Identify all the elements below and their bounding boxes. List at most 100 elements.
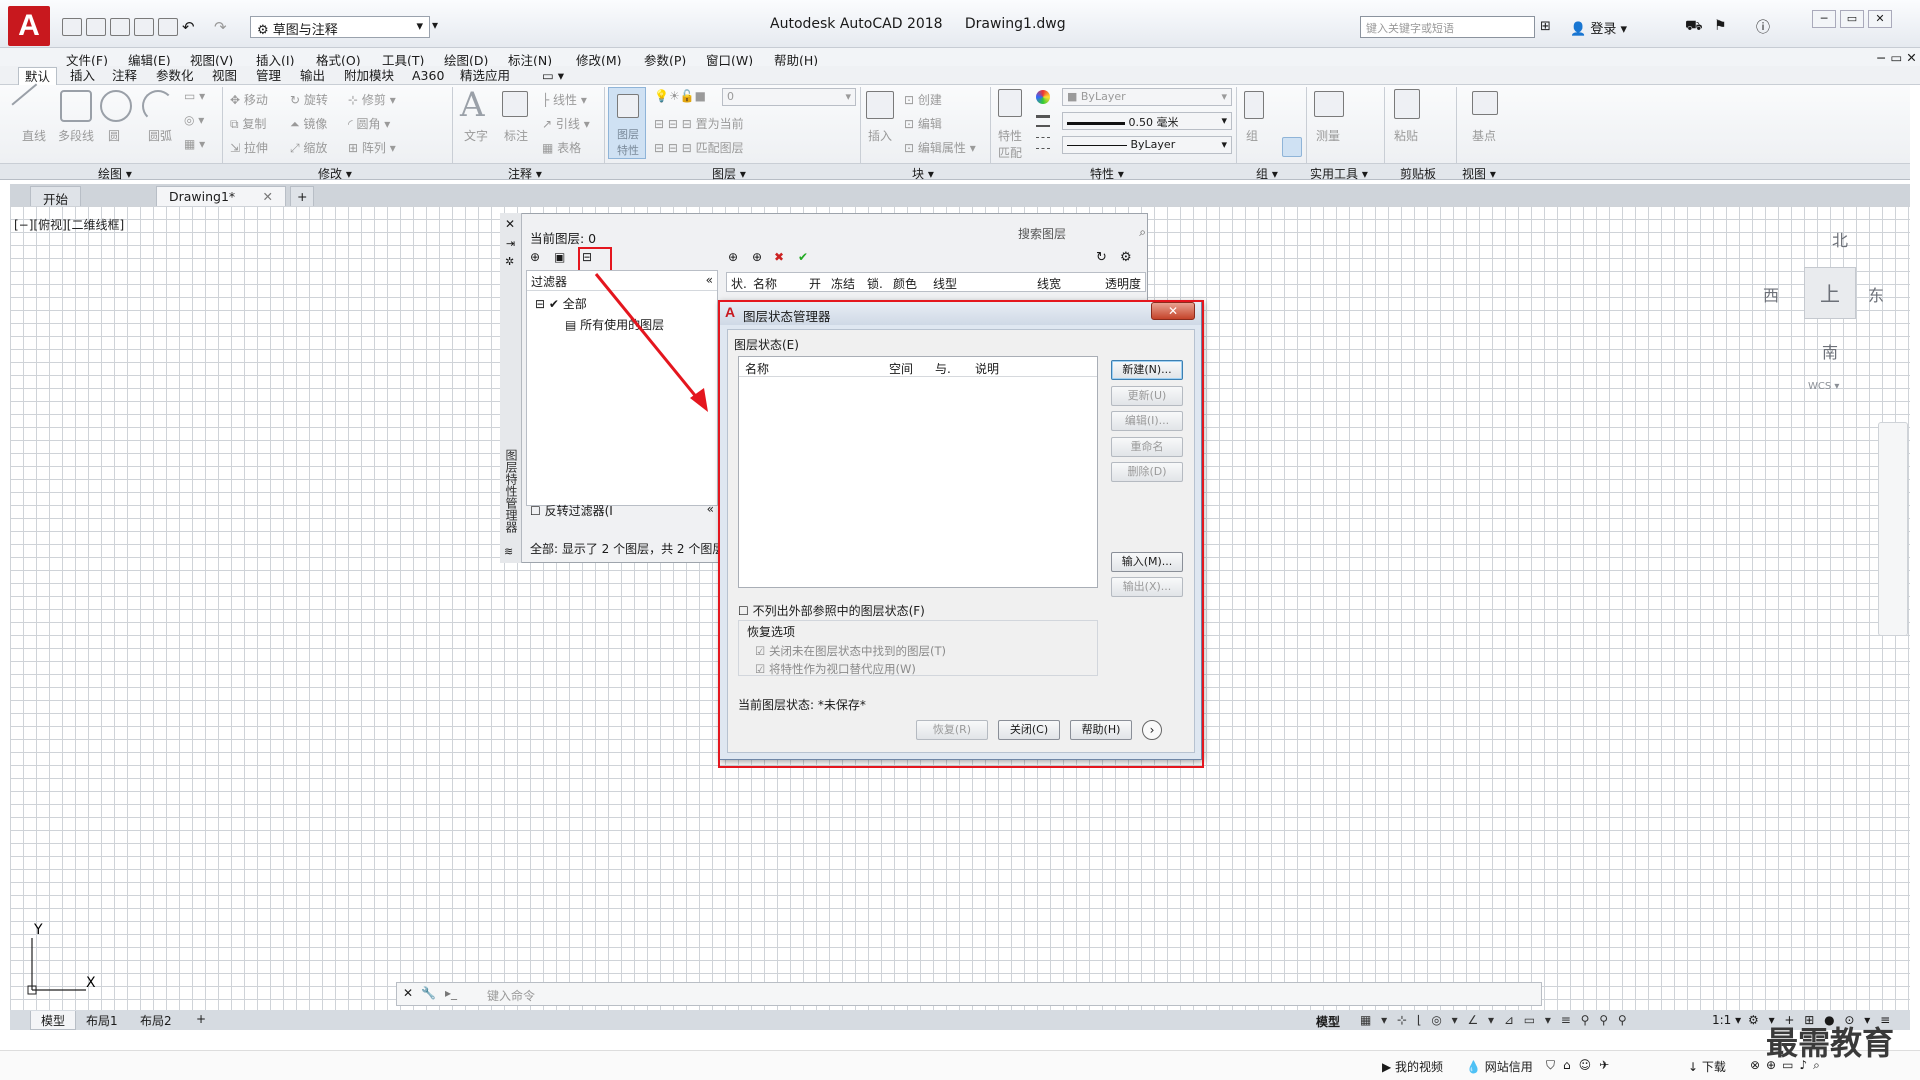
scale-button[interactable]: ⤢ 缩放 xyxy=(290,139,327,156)
workspace-select[interactable]: ⚙ 草图与注释 ▾ xyxy=(250,16,430,38)
close-button[interactable]: ✕ xyxy=(1868,10,1892,28)
tab-start[interactable]: 开始 xyxy=(30,186,82,207)
group-select-icon[interactable] xyxy=(1282,137,1302,157)
mirror-button[interactable]: ⏶ 镜像 xyxy=(290,115,327,132)
create-block-button[interactable]: ⊡ 创建 xyxy=(904,91,942,108)
base-point-icon[interactable] xyxy=(1472,91,1498,115)
tab-model[interactable]: 模型 xyxy=(30,1011,77,1030)
print-icon[interactable] xyxy=(158,18,178,36)
group-icon[interactable] xyxy=(1244,91,1264,119)
status-toggle-icons[interactable]: ▦ ▾ ⊹ ⌊ ◎ ▾ ∠ ▾ ⊿ ▭ ▾ ≡ ⚲ ⚲ ⚲ xyxy=(1360,1013,1630,1027)
refresh-icon[interactable]: ↻ xyxy=(1096,250,1107,265)
viewcube-south[interactable]: 南 xyxy=(1822,339,1838,363)
new-filter-icon[interactable]: ⊕ xyxy=(530,250,540,264)
binoculars-icon[interactable]: ⊞ xyxy=(1540,19,1551,34)
navigation-bar[interactable] xyxy=(1878,422,1908,636)
save-as-icon[interactable] xyxy=(134,18,154,36)
col-linetype[interactable]: 线型 xyxy=(933,275,957,292)
col-name[interactable]: 名称 xyxy=(753,275,777,292)
dimension-icon[interactable] xyxy=(502,91,528,117)
viewport-controls[interactable]: [−][俯视][二维线框] xyxy=(14,216,124,233)
delete-layer-icon[interactable]: ✖ xyxy=(774,250,784,264)
exchange-icon[interactable]: ⚑ xyxy=(1714,18,1727,34)
hatch-icon[interactable]: ◎ ▾ xyxy=(184,113,204,127)
col-transparency[interactable]: 透明度 xyxy=(1105,275,1141,292)
stretch-button[interactable]: ⇲ 拉伸 xyxy=(230,139,268,156)
tab-layout2[interactable]: 布局2 xyxy=(130,1011,182,1030)
invert-filter-checkbox[interactable]: ☐ 反转过滤器(I « xyxy=(526,500,718,520)
set-current-button[interactable]: ⊟ ⊟ ⊟ 置为当前 xyxy=(654,115,744,132)
site-credit-link[interactable]: 💧 网站信用 xyxy=(1466,1058,1533,1075)
layer-properties-button[interactable]: 图层特性 xyxy=(608,87,646,159)
maximize-button[interactable]: ▭ xyxy=(1840,10,1864,28)
linear-button[interactable]: ├ 线性 ▾ xyxy=(542,91,587,108)
close-tab-icon[interactable]: ✕ xyxy=(263,189,273,204)
circle-icon[interactable] xyxy=(100,90,132,122)
color-dropdown[interactable]: ■ ByLayer ▾ xyxy=(1062,88,1232,106)
linetype-dropdown[interactable]: ByLayer ▾ xyxy=(1062,136,1232,154)
fillet-button[interactable]: ◜ 圆角 ▾ xyxy=(348,115,390,132)
table-button[interactable]: ▦ 表格 xyxy=(542,139,581,156)
palette-settings-icon[interactable]: ✲ xyxy=(505,255,514,268)
tab-parametric[interactable]: 参数化 xyxy=(150,67,200,85)
text-icon[interactable]: A xyxy=(460,85,485,125)
help-icon[interactable]: ⓘ xyxy=(1756,17,1770,37)
new-icon[interactable] xyxy=(62,18,82,36)
leader-button[interactable]: ↗ 引线 ▾ xyxy=(542,115,590,132)
match-layer-button[interactable]: ⊟ ⊟ ⊟ 匹配图层 xyxy=(654,139,744,156)
edit-block-button[interactable]: ⊡ 编辑 xyxy=(904,115,942,132)
edit-attributes-button[interactable]: ⊡ 编辑属性 ▾ xyxy=(904,139,976,156)
set-current-layer-icon[interactable]: ✔ xyxy=(798,250,808,264)
command-history-icon[interactable]: ▸_ xyxy=(445,986,457,1000)
polyline-icon[interactable] xyxy=(60,90,92,122)
color-wheel-icon[interactable] xyxy=(1036,90,1050,104)
open-icon[interactable] xyxy=(86,18,106,36)
col-status[interactable]: 状. xyxy=(731,275,747,292)
command-close-icon[interactable]: ✕ xyxy=(403,986,413,1000)
new-vp-frozen-layer-icon[interactable]: ⊕ xyxy=(752,250,762,264)
panel-title-clipboard[interactable]: 剪贴板 xyxy=(1400,165,1436,182)
qat-menu-icon[interactable]: ▾ xyxy=(432,18,438,32)
tab-view[interactable]: 视图 xyxy=(206,67,243,85)
save-icon[interactable] xyxy=(110,18,130,36)
panel-title-utilities[interactable]: 实用工具 ▾ xyxy=(1310,165,1368,182)
viewcube-top-face[interactable]: 上 xyxy=(1804,267,1856,319)
command-input[interactable]: 键入命令 xyxy=(487,987,1517,1003)
col-color[interactable]: 颜色 xyxy=(893,275,917,292)
settings-gear-icon[interactable]: ⚙ xyxy=(1120,250,1132,265)
layer-state-icons[interactable]: 💡☀🔓■ xyxy=(654,89,706,103)
panel-title-layers[interactable]: 图层 ▾ xyxy=(712,165,746,182)
panel-title-view[interactable]: 视图 ▾ xyxy=(1462,165,1496,182)
palette-autohide-icon[interactable]: ⇥ xyxy=(506,237,515,250)
tab-drawing1[interactable]: Drawing1* ✕ xyxy=(156,186,286,206)
undo-icon[interactable]: ↶ xyxy=(182,18,202,36)
col-lock[interactable]: 锁. xyxy=(867,275,883,292)
viewcube-east[interactable]: 东 xyxy=(1868,282,1884,306)
layer-search-input[interactable]: 搜索图层 ⌕ xyxy=(1018,225,1146,243)
rectangle-icon[interactable]: ▭ ▾ xyxy=(184,89,205,103)
trim-button[interactable]: ⊹ 修剪 ▾ xyxy=(348,91,396,108)
panel-title-block[interactable]: 块 ▾ xyxy=(912,165,934,182)
tab-layout1[interactable]: 布局1 xyxy=(76,1011,128,1030)
login-button[interactable]: 👤 登录 ▾ xyxy=(1570,18,1627,37)
line-icon[interactable] xyxy=(11,83,57,129)
tab-featured-apps[interactable]: 精选应用 xyxy=(454,67,516,85)
move-button[interactable]: ✥ 移动 xyxy=(230,91,268,108)
model-space-button[interactable]: 模型 xyxy=(1316,1013,1340,1030)
new-group-filter-icon[interactable]: ▣ xyxy=(554,250,565,264)
viewcube-north[interactable]: 北 xyxy=(1832,227,1848,251)
insert-block-icon[interactable] xyxy=(866,91,894,119)
tab-output[interactable]: 输出 xyxy=(294,67,331,85)
new-tab-button[interactable]: + xyxy=(290,186,315,206)
panel-title-properties[interactable]: 特性 ▾ xyxy=(1090,165,1124,182)
col-freeze[interactable]: 冻结 xyxy=(831,275,855,292)
tab-insert[interactable]: 插入 xyxy=(64,67,101,85)
copy-button[interactable]: ⧉ 复制 xyxy=(230,115,266,132)
new-layer-icon[interactable]: ⊕ xyxy=(728,250,738,264)
viewcube-west[interactable]: 西 xyxy=(1763,282,1779,306)
tab-manage[interactable]: 管理 xyxy=(250,67,287,85)
minimize-button[interactable]: ─ xyxy=(1812,10,1836,28)
doc-window-controls[interactable]: − ▭ ✕ xyxy=(1876,50,1917,65)
rotate-button[interactable]: ↻ 旋转 xyxy=(290,91,328,108)
wcs-menu[interactable]: WCS ▾ xyxy=(1808,381,1839,392)
